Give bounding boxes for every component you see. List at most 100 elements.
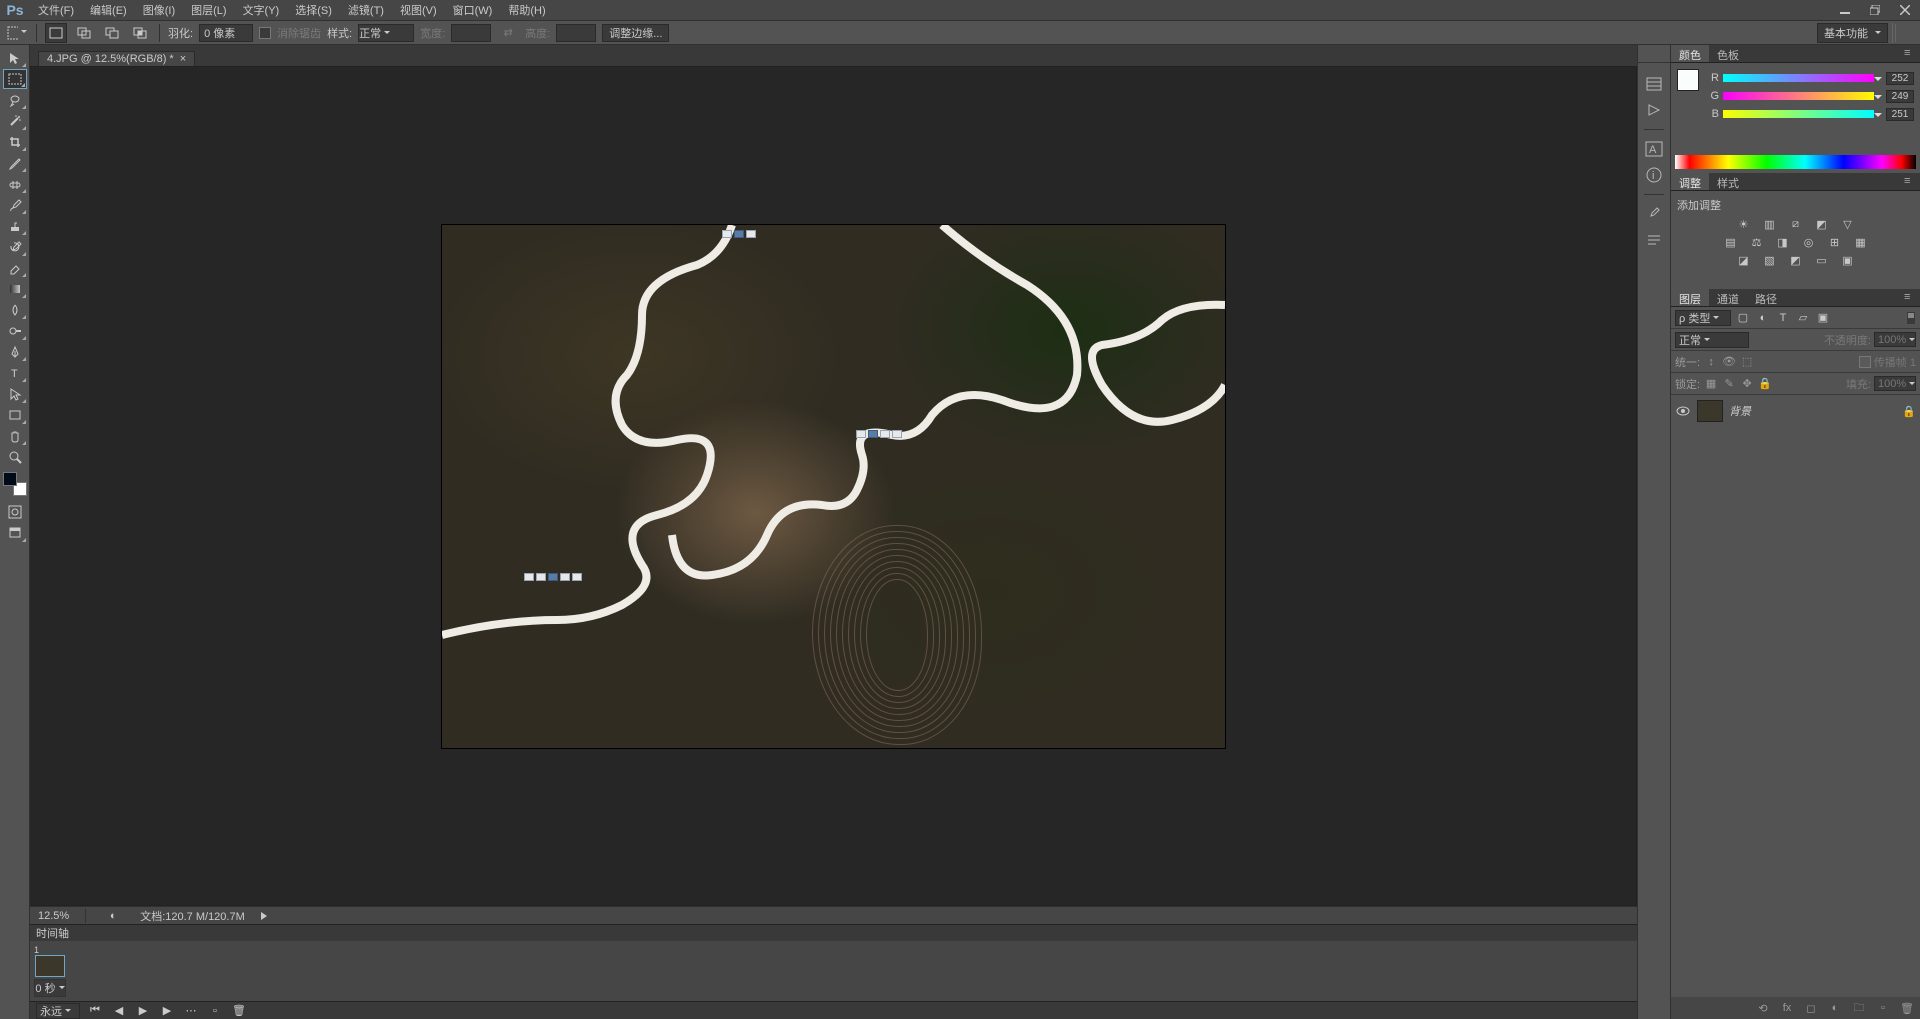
unify-position-icon[interactable]: ↕ bbox=[1704, 355, 1718, 369]
b-value[interactable]: 251 bbox=[1886, 108, 1914, 121]
path-selection-tool[interactable] bbox=[3, 384, 27, 404]
menu-help[interactable]: 帮助(H) bbox=[500, 0, 553, 20]
intersect-selection-button[interactable] bbox=[129, 23, 151, 43]
menu-edit[interactable]: 编辑(E) bbox=[82, 0, 135, 20]
filter-toggle[interactable] bbox=[1906, 311, 1916, 325]
panel-menu-icon[interactable] bbox=[1904, 47, 1918, 57]
lasso-tool[interactable] bbox=[3, 90, 27, 110]
invert-icon[interactable]: ◪ bbox=[1736, 253, 1752, 267]
zoom-level[interactable]: 12.5% bbox=[38, 910, 69, 922]
color-ramp[interactable] bbox=[1675, 155, 1916, 169]
lock-position-icon[interactable]: ✥ bbox=[1740, 377, 1754, 391]
actions-panel-icon[interactable] bbox=[1642, 101, 1666, 119]
menu-file[interactable]: 文件(F) bbox=[30, 0, 82, 20]
visibility-toggle[interactable] bbox=[1675, 406, 1691, 416]
filter-adjust-icon[interactable]: ◐ bbox=[1755, 311, 1771, 325]
minimize-button[interactable] bbox=[1830, 0, 1860, 20]
delete-frame-button[interactable]: 🗑 bbox=[230, 1004, 248, 1018]
menu-select[interactable]: 选择(S) bbox=[287, 0, 340, 20]
gradient-map-icon[interactable]: ▭ bbox=[1814, 253, 1830, 267]
panel-menu-icon[interactable] bbox=[1904, 175, 1918, 185]
foreground-color[interactable] bbox=[3, 472, 17, 486]
shape-tool[interactable] bbox=[3, 405, 27, 425]
swatches-tab[interactable]: 色板 bbox=[1709, 45, 1747, 62]
next-frame-button[interactable]: ▶ bbox=[158, 1004, 176, 1018]
unify-visibility-icon[interactable]: 👁 bbox=[1722, 355, 1736, 369]
brightness-icon[interactable]: ☀ bbox=[1736, 217, 1752, 231]
gradient-tool[interactable] bbox=[3, 279, 27, 299]
lock-pixels-icon[interactable]: ✎ bbox=[1722, 377, 1736, 391]
type-tool[interactable]: T bbox=[3, 363, 27, 383]
link-layers-icon[interactable]: ⟲ bbox=[1756, 1001, 1770, 1015]
style-select[interactable]: 正常 bbox=[358, 24, 414, 42]
paths-tab[interactable]: 路径 bbox=[1747, 289, 1785, 306]
filter-smart-icon[interactable]: ▣ bbox=[1815, 311, 1831, 325]
lock-all-icon[interactable]: 🔒 bbox=[1758, 377, 1772, 391]
photo-filter-icon[interactable]: ◎ bbox=[1801, 235, 1817, 249]
color-lookup-icon[interactable]: ▦ bbox=[1853, 235, 1869, 249]
color-balance-icon[interactable]: ⚖ bbox=[1749, 235, 1765, 249]
menu-filter[interactable]: 滤镜(T) bbox=[340, 0, 392, 20]
history-panel-icon[interactable] bbox=[1642, 75, 1666, 93]
zoom-tool[interactable] bbox=[3, 447, 27, 467]
feather-input[interactable] bbox=[199, 24, 253, 42]
layer-row[interactable]: 背景 🔒 bbox=[1671, 395, 1920, 427]
levels-icon[interactable]: ▥ bbox=[1762, 217, 1778, 231]
pen-tool[interactable] bbox=[3, 342, 27, 362]
brush-panel-icon[interactable] bbox=[1642, 205, 1666, 223]
g-value[interactable]: 249 bbox=[1886, 90, 1914, 103]
clone-stamp-tool[interactable] bbox=[3, 216, 27, 236]
filter-shape-icon[interactable]: ▱ bbox=[1795, 311, 1811, 325]
restore-button[interactable] bbox=[1860, 0, 1890, 20]
close-button[interactable] bbox=[1890, 0, 1920, 20]
marquee-tool-icon[interactable] bbox=[6, 23, 28, 43]
selective-color-icon[interactable]: ▣ bbox=[1840, 253, 1856, 267]
refine-edge-button[interactable]: 调整边缘... bbox=[602, 24, 669, 42]
b-slider[interactable] bbox=[1723, 110, 1874, 118]
menu-layer[interactable]: 图层(L) bbox=[183, 0, 234, 20]
loop-select[interactable]: 永远 bbox=[36, 1003, 80, 1019]
panel-menu-icon[interactable] bbox=[1904, 291, 1918, 301]
close-tab-icon[interactable]: × bbox=[180, 53, 186, 65]
eyedropper-tool[interactable] bbox=[3, 153, 27, 173]
fill-input[interactable]: 100% bbox=[1874, 376, 1916, 391]
propagate-checkbox[interactable] bbox=[1859, 356, 1871, 368]
screen-mode-button[interactable] bbox=[3, 523, 27, 543]
play-button[interactable]: ▶ bbox=[134, 1004, 152, 1018]
r-slider[interactable] bbox=[1723, 74, 1874, 82]
marquee-tool[interactable] bbox=[3, 69, 27, 89]
hsl-icon[interactable]: ▤ bbox=[1723, 235, 1739, 249]
menu-view[interactable]: 视图(V) bbox=[392, 0, 445, 20]
bw-icon[interactable]: ◨ bbox=[1775, 235, 1791, 249]
layer-style-icon[interactable]: fx bbox=[1780, 1001, 1794, 1015]
add-selection-button[interactable] bbox=[73, 23, 95, 43]
collapse-panels-icon[interactable] bbox=[1892, 23, 1914, 43]
workspace-select[interactable]: 基本功能 bbox=[1817, 23, 1888, 43]
opacity-input[interactable]: 100% bbox=[1874, 332, 1916, 347]
brush-tool[interactable] bbox=[3, 195, 27, 215]
color-tab[interactable]: 颜色 bbox=[1671, 45, 1709, 62]
dodge-tool[interactable] bbox=[3, 321, 27, 341]
posterize-icon[interactable]: ▧ bbox=[1762, 253, 1778, 267]
menu-window[interactable]: 窗口(W) bbox=[445, 0, 501, 20]
group-icon[interactable]: 🗀 bbox=[1852, 1001, 1866, 1015]
layer-name[interactable]: 背景 bbox=[1729, 403, 1751, 419]
frame-delay[interactable]: 0 秒 bbox=[34, 979, 66, 997]
r-value[interactable]: 252 bbox=[1886, 72, 1914, 85]
eraser-tool[interactable] bbox=[3, 258, 27, 278]
quick-mask-button[interactable] bbox=[3, 502, 27, 522]
adjustments-tab[interactable]: 调整 bbox=[1671, 173, 1709, 190]
filter-type-select[interactable]: ρ 类型 bbox=[1675, 310, 1731, 326]
filter-type-icon[interactable]: T bbox=[1775, 311, 1791, 325]
document-tab[interactable]: 4.JPG @ 12.5%(RGB/8) * × bbox=[38, 51, 195, 66]
menu-image[interactable]: 图像(I) bbox=[135, 0, 183, 20]
history-brush-tool[interactable] bbox=[3, 237, 27, 257]
layer-thumbnail[interactable] bbox=[1697, 400, 1723, 422]
color-main-swatch[interactable] bbox=[1677, 69, 1699, 91]
vibrance-icon[interactable]: ▽ bbox=[1840, 217, 1856, 231]
info-panel-icon[interactable]: i bbox=[1642, 166, 1666, 184]
lock-transparency-icon[interactable]: ▦ bbox=[1704, 377, 1718, 391]
filter-pixel-icon[interactable]: ▢ bbox=[1735, 311, 1751, 325]
layer-mask-icon[interactable]: ◻ bbox=[1804, 1001, 1818, 1015]
canvas[interactable] bbox=[30, 67, 1637, 906]
